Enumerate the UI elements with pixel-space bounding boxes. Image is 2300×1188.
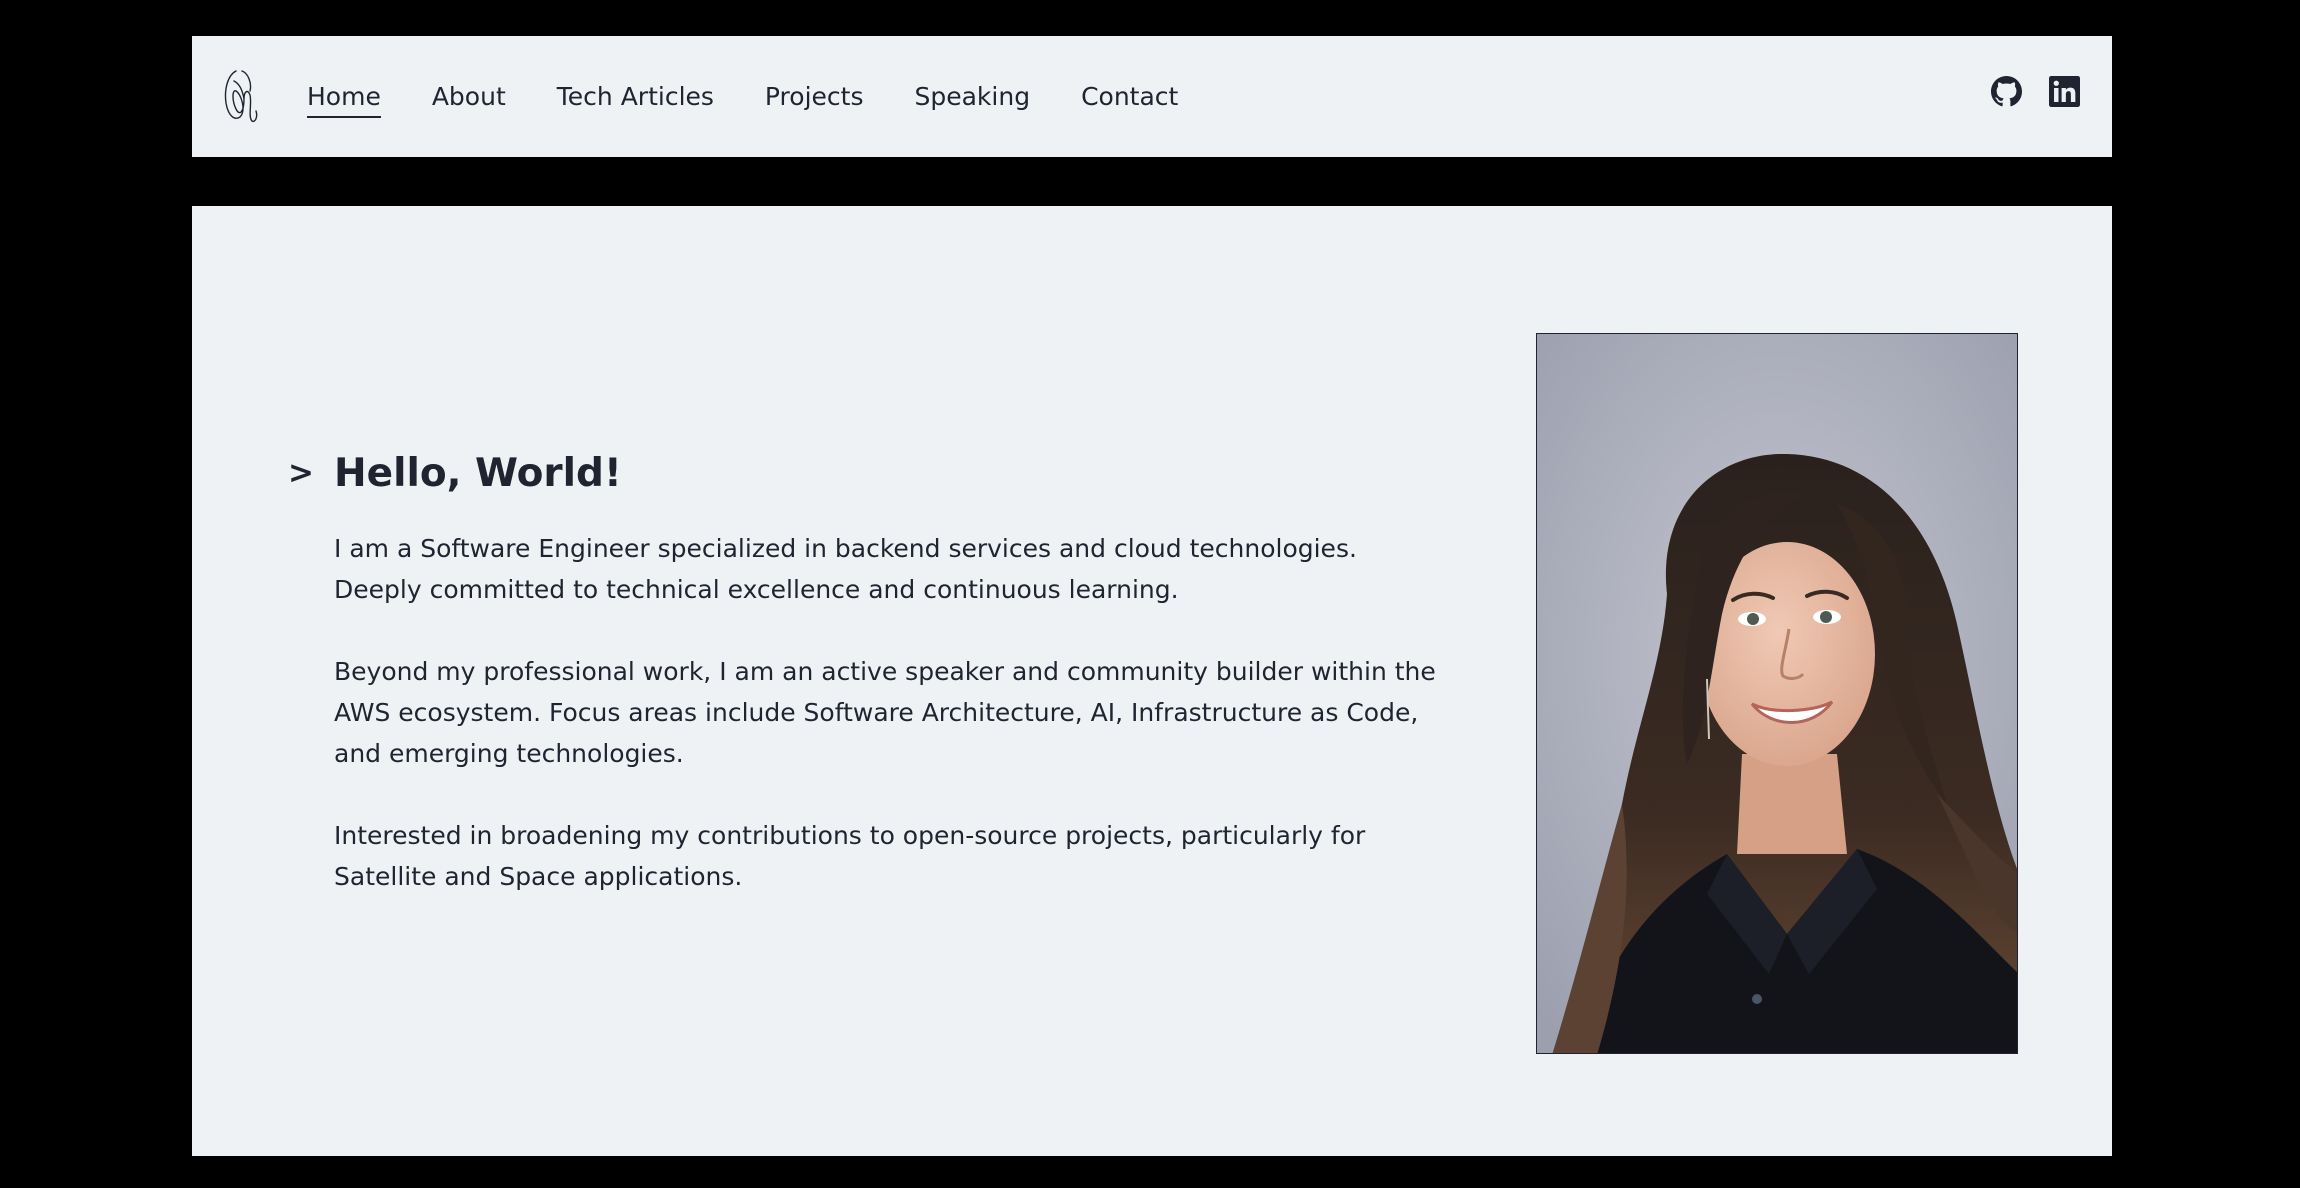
prompt-symbol: > (288, 455, 314, 491)
page-title: Hello, World! (334, 450, 622, 496)
heading-row: > Hello, World! (288, 446, 1448, 500)
intro-block: > Hello, World! I am a Software Engineer… (288, 446, 1448, 938)
signature-logo-icon[interactable] (222, 65, 260, 127)
intro-paragraph-2: Beyond my professional work, I am an act… (334, 657, 1436, 768)
linkedin-icon[interactable] (2049, 76, 2080, 107)
hero-section: > Hello, World! I am a Software Engineer… (192, 206, 2112, 1156)
navbar: Home About Tech Articles Projects Speaki… (192, 36, 2112, 157)
nav-projects-link[interactable]: Projects (765, 82, 864, 118)
nav-contact-link[interactable]: Contact (1081, 82, 1178, 118)
nav-about-link[interactable]: About (432, 82, 506, 118)
intro-paragraph-1: I am a Software Engineer specialized in … (334, 534, 1357, 604)
nav-speaking-link[interactable]: Speaking (914, 82, 1030, 118)
social-links (1991, 76, 2080, 107)
intro-paragraphs: I am a Software Engineer specialized in … (334, 528, 1448, 897)
nav-tech-articles-link[interactable]: Tech Articles (557, 82, 714, 118)
intro-paragraph-3: Interested in broadening my contribution… (334, 821, 1366, 891)
main-navigation: Home About Tech Articles Projects Speaki… (307, 36, 1229, 157)
nav-home-link[interactable]: Home (307, 82, 381, 118)
profile-photo (1536, 333, 2018, 1054)
github-icon[interactable] (1991, 76, 2022, 107)
